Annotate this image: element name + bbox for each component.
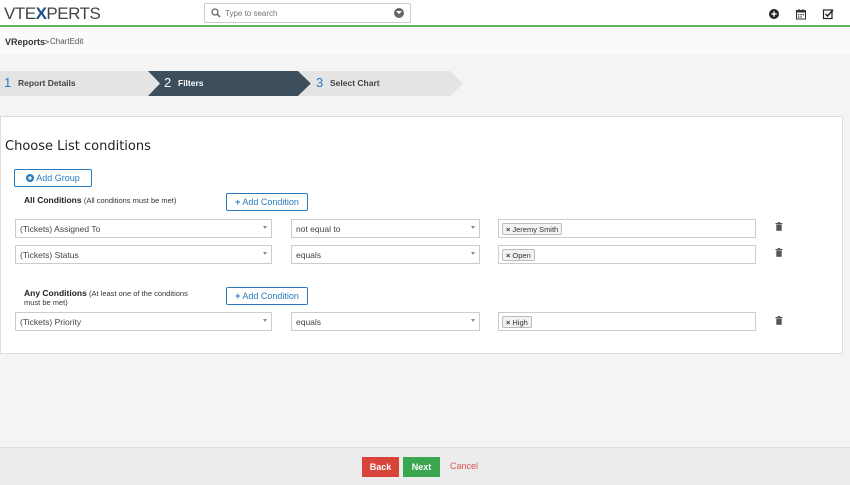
remove-tag-icon: × [506, 225, 511, 234]
chevron-down-icon [471, 319, 475, 322]
add-icon[interactable] [768, 8, 780, 20]
search-dropdown-icon[interactable] [394, 8, 404, 18]
all-conditions-heading: All Conditions (All conditions must be m… [24, 195, 177, 205]
value-input[interactable]: × Jeremy Smith [498, 219, 756, 238]
any-conditions-heading: Any Conditions (At least one of the cond… [24, 288, 188, 308]
remove-tag-icon: × [506, 251, 511, 260]
chevron-down-icon [263, 226, 267, 229]
plus-circle-icon [26, 174, 35, 182]
operator-select[interactable]: equals [291, 245, 480, 264]
cancel-link[interactable]: Cancel [450, 461, 478, 471]
chevron-down-icon [263, 319, 267, 322]
chevron-down-icon [471, 226, 475, 229]
value-input[interactable]: × Open [498, 245, 756, 264]
search-icon [211, 8, 221, 18]
task-check-icon[interactable] [822, 8, 834, 20]
add-condition-all-button[interactable]: + Add Condition [226, 193, 308, 211]
remove-tag-icon: × [506, 318, 511, 327]
add-group-button[interactable]: Add Group [14, 169, 92, 187]
trash-icon[interactable] [775, 248, 783, 257]
field-select[interactable]: (Tickets) Status [15, 245, 272, 264]
chevron-down-icon [263, 252, 267, 255]
next-button[interactable]: Next [403, 457, 440, 477]
breadcrumb-separator: > [44, 37, 50, 47]
step-filters[interactable]: 2 Filters [160, 71, 298, 96]
top-bar: VTEXPERTS [0, 0, 850, 27]
value-input[interactable]: × High [498, 312, 756, 331]
operator-select[interactable]: not equal to [291, 219, 480, 238]
chevron-down-icon [471, 252, 475, 255]
value-tag[interactable]: × High [502, 316, 532, 328]
value-tag[interactable]: × Open [502, 249, 535, 261]
add-condition-any-button[interactable]: + Add Condition [226, 287, 308, 305]
trash-icon[interactable] [775, 222, 783, 231]
breadcrumb: VReports > ChartEdit [0, 29, 850, 55]
search-box[interactable] [204, 3, 411, 23]
operator-select[interactable]: equals [291, 312, 480, 331]
trash-icon[interactable] [775, 316, 783, 325]
search-input[interactable] [225, 6, 385, 20]
back-button[interactable]: Back [362, 457, 399, 477]
breadcrumb-root[interactable]: VReports [5, 37, 45, 47]
calendar-icon[interactable] [795, 8, 807, 20]
breadcrumb-current: ChartEdit [50, 37, 84, 46]
logo[interactable]: VTEXPERTS [4, 4, 101, 24]
field-select[interactable]: (Tickets) Assigned To [15, 219, 272, 238]
page-title: Choose List conditions [5, 139, 151, 154]
field-select[interactable]: (Tickets) Priority [15, 312, 272, 331]
value-tag[interactable]: × Jeremy Smith [502, 223, 563, 235]
step-report-details[interactable]: 1 Report Details [0, 71, 148, 96]
step-select-chart[interactable]: 3 Select Chart [312, 71, 452, 96]
